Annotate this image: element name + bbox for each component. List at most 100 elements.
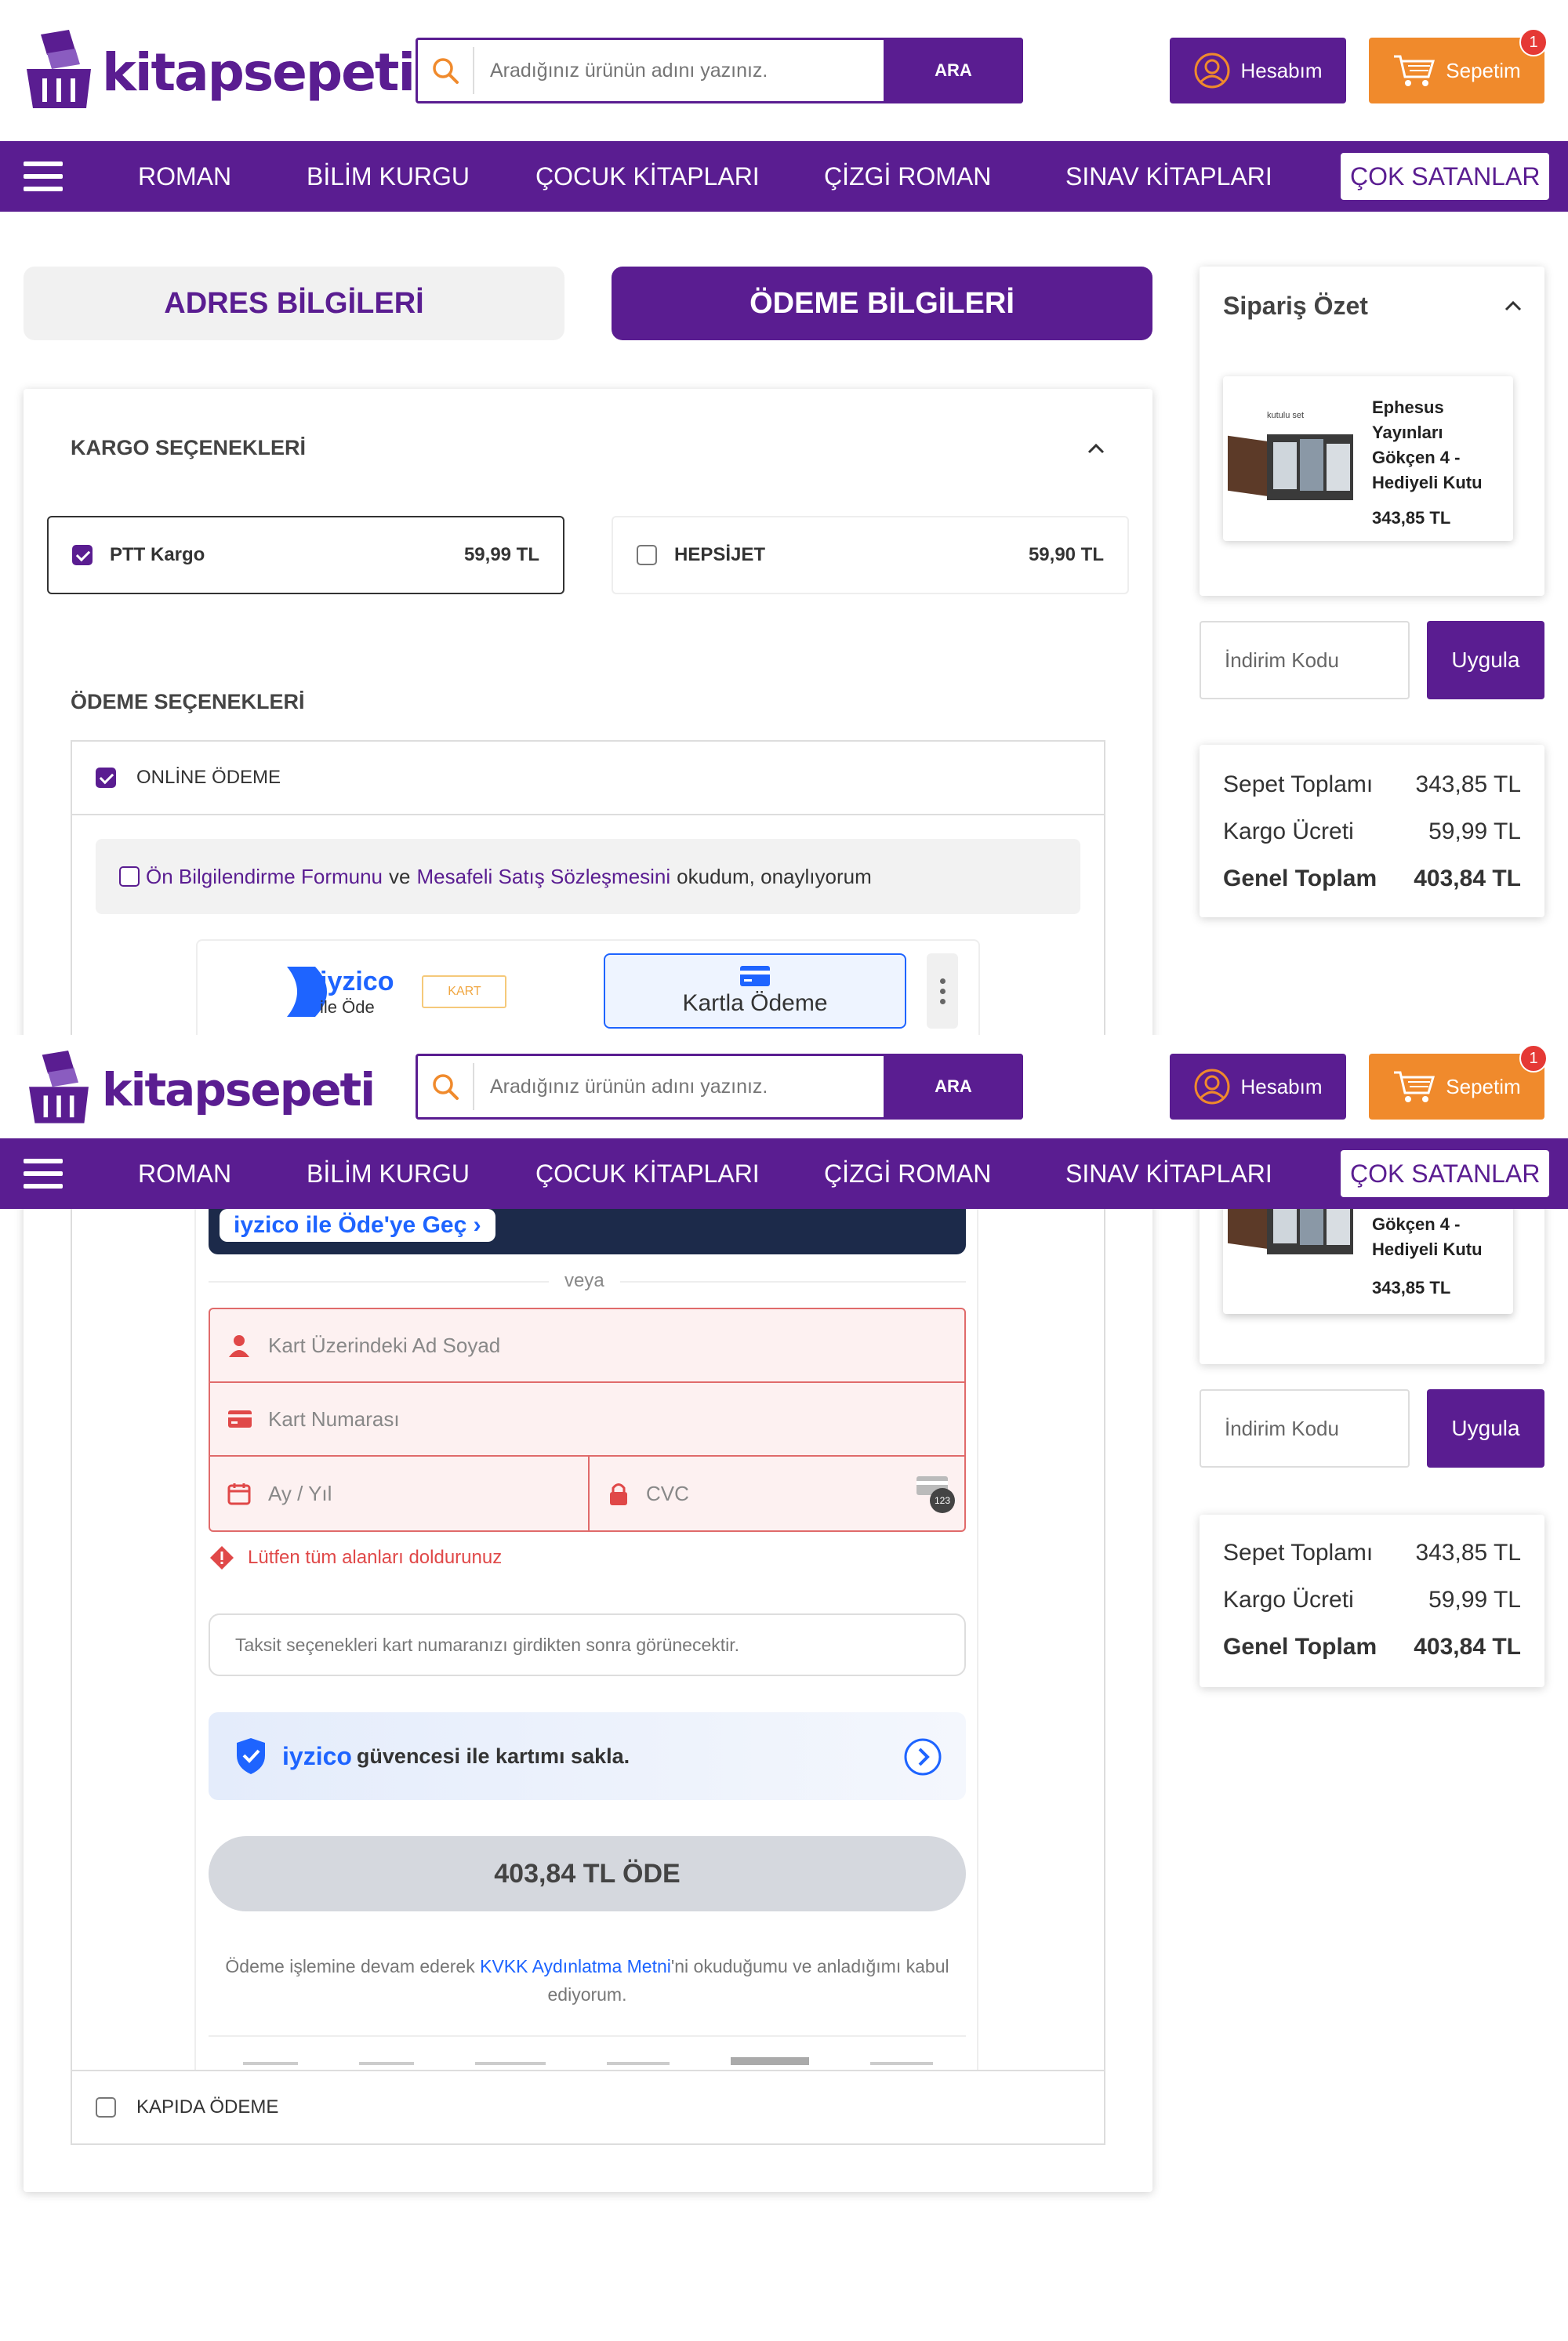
- consent-checkbox[interactable]: [119, 866, 140, 887]
- cart-icon: [1394, 1071, 1436, 1102]
- chevron-right-icon[interactable]: [903, 1737, 942, 1777]
- nav-item-roman[interactable]: ROMAN: [138, 1138, 231, 1209]
- discount-code-input[interactable]: İndirim Kodu: [1200, 621, 1410, 699]
- consent-link-sales-contract[interactable]: Mesafeli Satış Sözleşmesini: [416, 865, 670, 889]
- shipping-name: HEPSİJET: [674, 544, 766, 565]
- online-payment-panel: ONLİNE ÖDEME Ön Bilgilendirme Formunu ve…: [71, 740, 1105, 1057]
- search-button[interactable]: ARA: [884, 1054, 1023, 1120]
- step-payment-tab[interactable]: ÖDEME BİLGİLERİ: [612, 267, 1152, 340]
- card-name-input[interactable]: Kart Üzerindeki Ad Soyad: [209, 1308, 966, 1383]
- iyzico-pay-tab[interactable]: iyzico ile Öde KART: [284, 964, 519, 1019]
- logo[interactable]: kitapsepeti: [24, 1051, 376, 1129]
- nav-item-cizgi-roman[interactable]: ÇİZGİ ROMAN: [824, 1138, 991, 1209]
- menu-icon[interactable]: [24, 1159, 63, 1189]
- shipping-fee-row: Kargo Ücreti 59,99 TL: [1223, 818, 1521, 845]
- online-payment-label: ONLİNE ÖDEME: [136, 767, 281, 788]
- account-button[interactable]: Hesabım: [1170, 1054, 1346, 1120]
- nav-item-bilim-kurgu[interactable]: BİLİM KURGU: [307, 141, 470, 212]
- lock-icon: [610, 1483, 627, 1505]
- header: kitapsepeti ARA Hesabım Sepetim 1: [0, 0, 1568, 141]
- nav-item-roman[interactable]: ROMAN: [138, 141, 231, 212]
- pay-button[interactable]: 403,84 TL ÖDE: [209, 1836, 966, 1911]
- chevron-up-icon[interactable]: [1504, 299, 1523, 312]
- category-nav: ROMAN BİLİM KURGU ÇOCUK KİTAPLARI ÇİZGİ …: [0, 141, 1568, 212]
- cvc-input[interactable]: CVC 123: [588, 1455, 966, 1532]
- credit-card-icon: [228, 1410, 252, 1428]
- save-card-brand: iyzico: [282, 1741, 352, 1770]
- more-options-icon[interactable]: [927, 953, 958, 1029]
- apply-discount-button[interactable]: Uygula: [1427, 621, 1544, 699]
- nav-item-sinav-kitaplari[interactable]: SINAV KİTAPLARI: [1065, 1138, 1272, 1209]
- product-item[interactable]: kutulu set Ephesus Yayınları Gökçen 4 - …: [1223, 376, 1513, 541]
- credit-card-icon: [740, 966, 770, 986]
- user-icon: [1194, 53, 1230, 89]
- discount-code-input[interactable]: İndirim Kodu: [1200, 1389, 1410, 1468]
- checkbox-checked[interactable]: [72, 545, 93, 565]
- search-input[interactable]: [474, 59, 884, 82]
- shipping-option-hepsijet[interactable]: HEPSİJET 59,90 TL: [612, 516, 1129, 594]
- shipping-fee-row: Kargo Ücreti 59,99 TL: [1223, 1587, 1521, 1613]
- consent-link-info-form[interactable]: Ön Bilgilendirme Formunu: [146, 865, 383, 889]
- iyzico-widget: iyzico ile Öde'ye Geç › veya Kart Üzerin…: [194, 1176, 978, 2078]
- product-price: 343,85 TL: [1372, 1278, 1451, 1298]
- nav-item-cok-satanlar[interactable]: ÇOK SATANLAR: [1341, 1150, 1550, 1197]
- nav-item-bilim-kurgu[interactable]: BİLİM KURGU: [307, 1138, 470, 1209]
- logo[interactable]: kitapsepeti: [24, 30, 416, 114]
- nav-item-cizgi-roman[interactable]: ÇİZGİ ROMAN: [824, 141, 991, 212]
- cart-count-badge: 1: [1519, 1044, 1548, 1073]
- nav-item-sinav-kitaplari[interactable]: SINAV KİTAPLARI: [1065, 141, 1272, 212]
- product-name: Ephesus Yayınları Gökçen 4 - Hediyeli Ku…: [1372, 397, 1483, 492]
- checkout-card-scrolled: iyzico ile Öde'ye Geç › veya Kart Üzerin…: [24, 1176, 1152, 2192]
- subtotal-value: 343,85 TL: [1415, 1540, 1521, 1566]
- cart-label: Sepetim: [1446, 1074, 1521, 1098]
- grand-total-value: 403,84 TL: [1414, 866, 1521, 891]
- summary-title: Sipariş Özet: [1223, 292, 1368, 320]
- online-payment-header[interactable]: ONLİNE ÖDEME: [72, 742, 1104, 815]
- cart-button[interactable]: Sepetim 1: [1369, 28, 1548, 103]
- account-label: Hesabım: [1240, 1074, 1323, 1098]
- subtotal-row: Sepet Toplamı 343,85 TL: [1223, 1540, 1521, 1566]
- menu-icon[interactable]: [24, 162, 63, 191]
- checkbox-unchecked[interactable]: [96, 2097, 116, 2118]
- checkbox-checked[interactable]: [96, 768, 116, 788]
- iyzico-switch-button[interactable]: iyzico ile Öde'ye Geç ›: [220, 1209, 495, 1242]
- shipping-name: PTT Kargo: [110, 544, 205, 565]
- cod-option[interactable]: KAPIDA ÖDEME: [71, 2070, 1105, 2145]
- card-name-placeholder: Kart Üzerindeki Ad Soyad: [268, 1333, 501, 1357]
- step-address-tab[interactable]: ADRES BİLGİLERİ: [24, 267, 564, 340]
- bank-logos-strip: [243, 2057, 933, 2067]
- basket-logo-icon: [27, 30, 91, 108]
- card-number-placeholder: Kart Numarası: [268, 1406, 400, 1431]
- grand-total-row: Genel Toplam 403,84 TL: [1223, 866, 1521, 892]
- shipping-option-ptt[interactable]: PTT Kargo 59,99 TL: [47, 516, 564, 594]
- shipping-title: KARGO SEÇENEKLERİ: [71, 436, 307, 459]
- nav-item-cocuk-kitaplari[interactable]: ÇOCUK KİTAPLARI: [535, 1138, 760, 1209]
- apply-discount-button[interactable]: Uygula: [1427, 1389, 1544, 1468]
- grand-total-label: Genel Toplam: [1223, 866, 1377, 891]
- save-card-banner[interactable]: iyzico güvencesi ile kartımı sakla.: [209, 1712, 966, 1800]
- product-image-caption: kutulu set: [1267, 411, 1305, 420]
- search-button[interactable]: ARA: [884, 38, 1023, 103]
- checkbox-unchecked[interactable]: [637, 545, 657, 565]
- category-nav-sticky: ROMAN BİLİM KURGU ÇOCUK KİTAPLARI ÇİZGİ …: [0, 1138, 1568, 1209]
- card-number-input[interactable]: Kart Numarası: [209, 1381, 966, 1457]
- subtotal-value: 343,85 TL: [1415, 771, 1521, 797]
- form-error-text: Lütfen tüm alanları doldurunuz: [248, 1547, 503, 1568]
- expiry-input[interactable]: Ay / Yıl: [209, 1455, 590, 1532]
- card-payment-tab[interactable]: Kartla Ödeme: [604, 953, 906, 1029]
- shipping-fee-value: 59,99 TL: [1428, 818, 1521, 844]
- shipping-fee-label: Kargo Ücreti: [1223, 1587, 1354, 1613]
- consent-rest: okudum, onaylıyorum: [677, 864, 872, 888]
- header-sticky: kitapsepeti ARA Hesabım Sepetim 1: [0, 1035, 1568, 1138]
- chevron-up-icon[interactable]: [1087, 442, 1105, 455]
- cvc-placeholder: CVC: [646, 1481, 689, 1505]
- kvkk-link[interactable]: KVKK Aydınlatma Metni: [480, 1956, 671, 1976]
- nav-item-cok-satanlar[interactable]: ÇOK SATANLAR: [1341, 153, 1550, 200]
- cart-button[interactable]: Sepetim 1: [1369, 1044, 1548, 1120]
- search-input[interactable]: [474, 1075, 884, 1098]
- account-button[interactable]: Hesabım: [1170, 38, 1346, 103]
- account-label: Hesabım: [1240, 58, 1323, 82]
- nav-item-cocuk-kitaplari[interactable]: ÇOCUK KİTAPLARI: [535, 141, 760, 212]
- cart-icon: [1394, 55, 1436, 86]
- consent-and: ve: [389, 864, 411, 888]
